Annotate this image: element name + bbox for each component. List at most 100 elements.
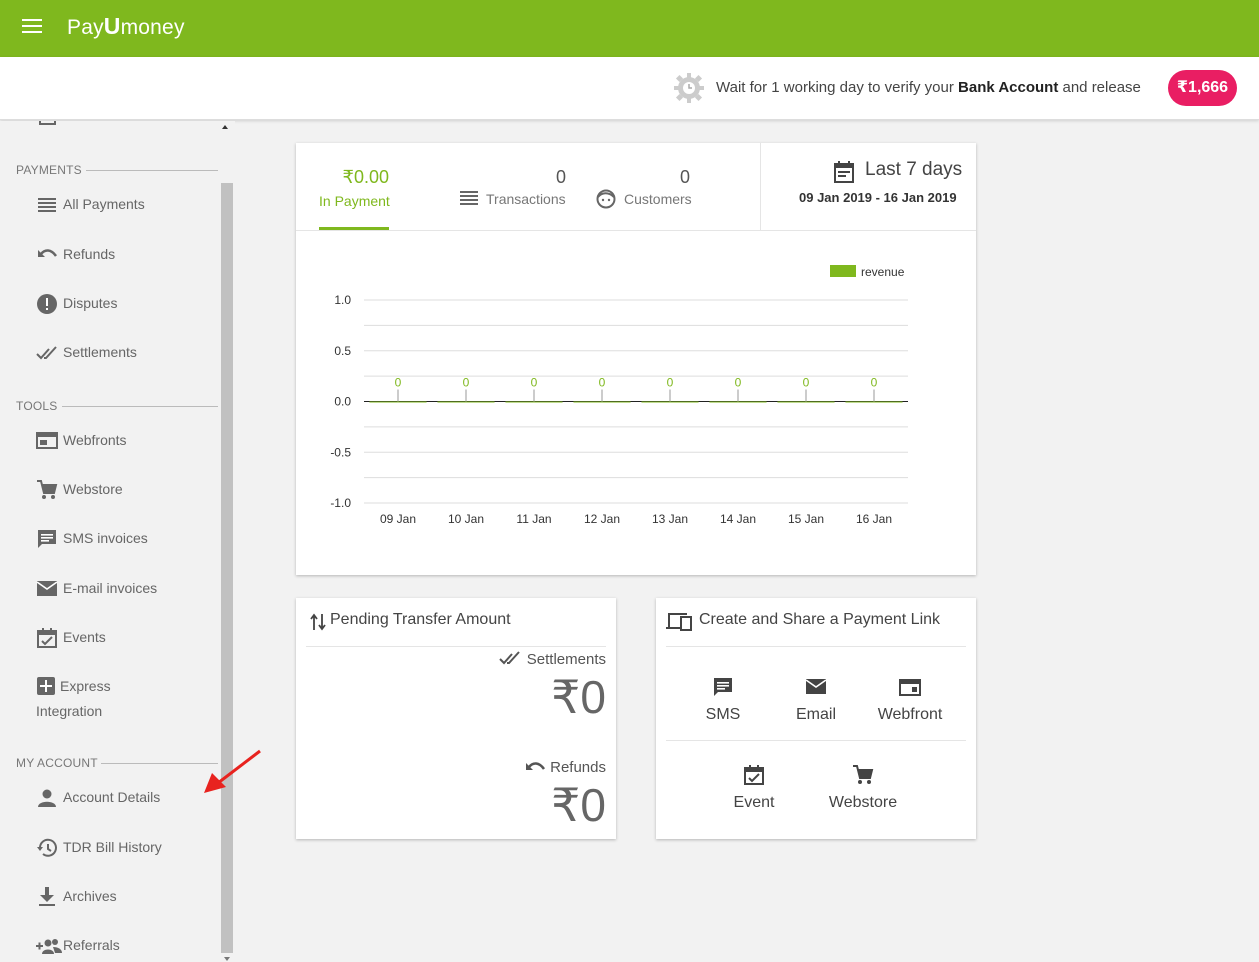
sidebar-item-settlements[interactable]: Settlements bbox=[36, 340, 216, 366]
sms-icon bbox=[714, 678, 732, 696]
transactions-value: 0 bbox=[555, 167, 566, 187]
download-icon bbox=[39, 887, 55, 906]
event-icon bbox=[744, 765, 764, 785]
refunds-row: Refunds bbox=[524, 759, 606, 776]
sidebar-item-label: Account Details bbox=[63, 789, 161, 805]
sidebar-item-referrals[interactable]: Referrals bbox=[36, 933, 216, 959]
calendar-icon bbox=[834, 161, 854, 183]
sidebar: PAYMENTS All Payments Refunds Disputes S… bbox=[0, 121, 235, 962]
tools-section-heading: TOOLS bbox=[16, 399, 58, 413]
customers-value: 0 bbox=[679, 167, 690, 187]
sidebar-item-webstore[interactable]: Webstore bbox=[36, 477, 216, 503]
y-tick-label: -0.5 bbox=[330, 445, 351, 459]
range-title: Last 7 days bbox=[865, 159, 963, 180]
share-sms-button[interactable]: SMS bbox=[673, 676, 773, 724]
sidebar-item-sms-invoices[interactable]: SMS invoices bbox=[36, 526, 216, 552]
face-icon bbox=[596, 189, 616, 209]
x-tick-label: 16 Jan bbox=[856, 512, 892, 526]
mail-icon bbox=[805, 679, 827, 694]
release-amount-button[interactable]: ₹1,666 bbox=[1168, 70, 1237, 106]
payment-label: In Payment bbox=[319, 193, 390, 209]
data-label: 0 bbox=[735, 376, 742, 390]
bar bbox=[709, 401, 767, 403]
y-tick-label: 0.0 bbox=[334, 395, 351, 409]
mail-icon bbox=[36, 581, 58, 596]
sidebar-item-account-details[interactable]: Account Details bbox=[36, 785, 216, 811]
legend-swatch bbox=[830, 265, 856, 277]
undo-icon bbox=[38, 249, 58, 257]
top-bar: PayUmoney bbox=[0, 0, 1259, 57]
bar bbox=[573, 401, 631, 403]
settlements-amount: ₹0 bbox=[551, 671, 606, 723]
sidebar-item-disputes[interactable]: Disputes bbox=[36, 291, 216, 317]
cart-icon bbox=[853, 765, 874, 784]
sidebar-item-tdr-bill-history[interactable]: TDR Bill History bbox=[36, 835, 216, 861]
sidebar-item-webfronts[interactable]: Webfronts bbox=[36, 428, 216, 454]
share-webfront-button[interactable]: Webfront bbox=[860, 676, 960, 724]
sidebar-item-express-integration[interactable]: Express Integration bbox=[36, 674, 216, 722]
divider bbox=[86, 170, 218, 171]
revenue-chart: 1.0 0.5 0.0 -0.5 -1.0 0 09 Jan 0 10 Jan 0 11 Jan 0 1… bbox=[330, 265, 908, 526]
double-check-icon bbox=[36, 346, 57, 360]
sidebar-item-label: Disputes bbox=[63, 295, 118, 311]
share-sms-label: SMS bbox=[705, 706, 741, 723]
swap-vertical-icon bbox=[310, 613, 326, 631]
refunds-amount: ₹0 bbox=[551, 779, 606, 831]
webfront-icon bbox=[36, 432, 58, 449]
alert-icon bbox=[37, 294, 57, 314]
sidebar-item-label: Settlements bbox=[63, 344, 137, 360]
sidebar-item-label: Refunds bbox=[63, 246, 116, 262]
add-people-icon bbox=[36, 939, 62, 954]
tab-in-payment[interactable]: ₹0.00 In Payment bbox=[296, 143, 426, 231]
tab-transactions[interactable]: 0 Transactions bbox=[456, 143, 576, 231]
share-webstore-button[interactable]: Webstore bbox=[813, 764, 913, 812]
sidebar-item-email-invoices[interactable]: E-mail invoices bbox=[36, 576, 216, 602]
sidebar-item-label: All Payments bbox=[63, 196, 145, 212]
data-label: 0 bbox=[803, 376, 810, 390]
scroll-down-arrow[interactable] bbox=[224, 957, 230, 961]
active-tab-indicator bbox=[319, 227, 389, 230]
sidebar-item-refunds[interactable]: Refunds bbox=[36, 242, 216, 268]
share-email-label: Email bbox=[795, 706, 836, 723]
divider bbox=[62, 406, 218, 407]
my-account-section-heading: MY ACCOUNT bbox=[16, 756, 98, 770]
payments-section-heading: PAYMENTS bbox=[16, 163, 82, 177]
menu-icon[interactable] bbox=[22, 19, 42, 35]
date-range-selector[interactable]: Last 7 days 09 Jan 2019 - 16 Jan 2019 bbox=[761, 143, 976, 231]
bar bbox=[437, 401, 495, 403]
bar bbox=[505, 401, 563, 403]
bar bbox=[777, 401, 835, 403]
pending-title: Pending Transfer Amount bbox=[330, 611, 511, 628]
scroll-up-arrow[interactable] bbox=[222, 125, 228, 129]
summary-card: ₹0.00 In Payment 0 Transactions 0 Custom… bbox=[296, 143, 976, 575]
x-tick-label: 09 Jan bbox=[380, 512, 416, 526]
share-webfront-label: Webfront bbox=[877, 706, 943, 723]
sidebar-item-all-payments[interactable]: All Payments bbox=[36, 192, 216, 218]
x-tick-label: 10 Jan bbox=[448, 512, 484, 526]
tab-customers[interactable]: 0 Customers bbox=[594, 143, 714, 231]
person-icon bbox=[38, 789, 56, 807]
share-event-label: Event bbox=[733, 794, 775, 811]
share-email-button[interactable]: Email bbox=[766, 676, 866, 724]
range-dates: 09 Jan 2019 - 16 Jan 2019 bbox=[799, 190, 957, 205]
share-event-button[interactable]: Event bbox=[704, 764, 804, 812]
bar bbox=[845, 401, 903, 403]
settlements-row: Settlements bbox=[499, 651, 606, 668]
data-label: 0 bbox=[667, 376, 674, 390]
sidebar-item-label: Webstore bbox=[63, 481, 123, 497]
cart-icon bbox=[37, 480, 58, 499]
sidebar-item-label: Integration bbox=[36, 703, 103, 719]
payment-value: ₹0.00 bbox=[342, 167, 390, 187]
bar bbox=[369, 401, 427, 403]
sms-icon bbox=[38, 530, 56, 548]
notice-text: Wait for 1 working day to verify your Ba… bbox=[716, 79, 1141, 96]
sidebar-item-events[interactable]: Events bbox=[36, 625, 216, 651]
webfront-icon bbox=[899, 679, 921, 696]
payment-link-card: Create and Share a Payment Link SMS Emai… bbox=[656, 598, 976, 839]
sidebar-item-archives[interactable]: Archives bbox=[36, 884, 216, 910]
scrollbar[interactable] bbox=[221, 183, 233, 953]
data-label: 0 bbox=[871, 376, 878, 390]
brand-logo[interactable]: PayUmoney bbox=[67, 13, 185, 40]
x-tick-label: 11 Jan bbox=[516, 512, 551, 526]
x-tick-label: 14 Jan bbox=[720, 512, 756, 526]
